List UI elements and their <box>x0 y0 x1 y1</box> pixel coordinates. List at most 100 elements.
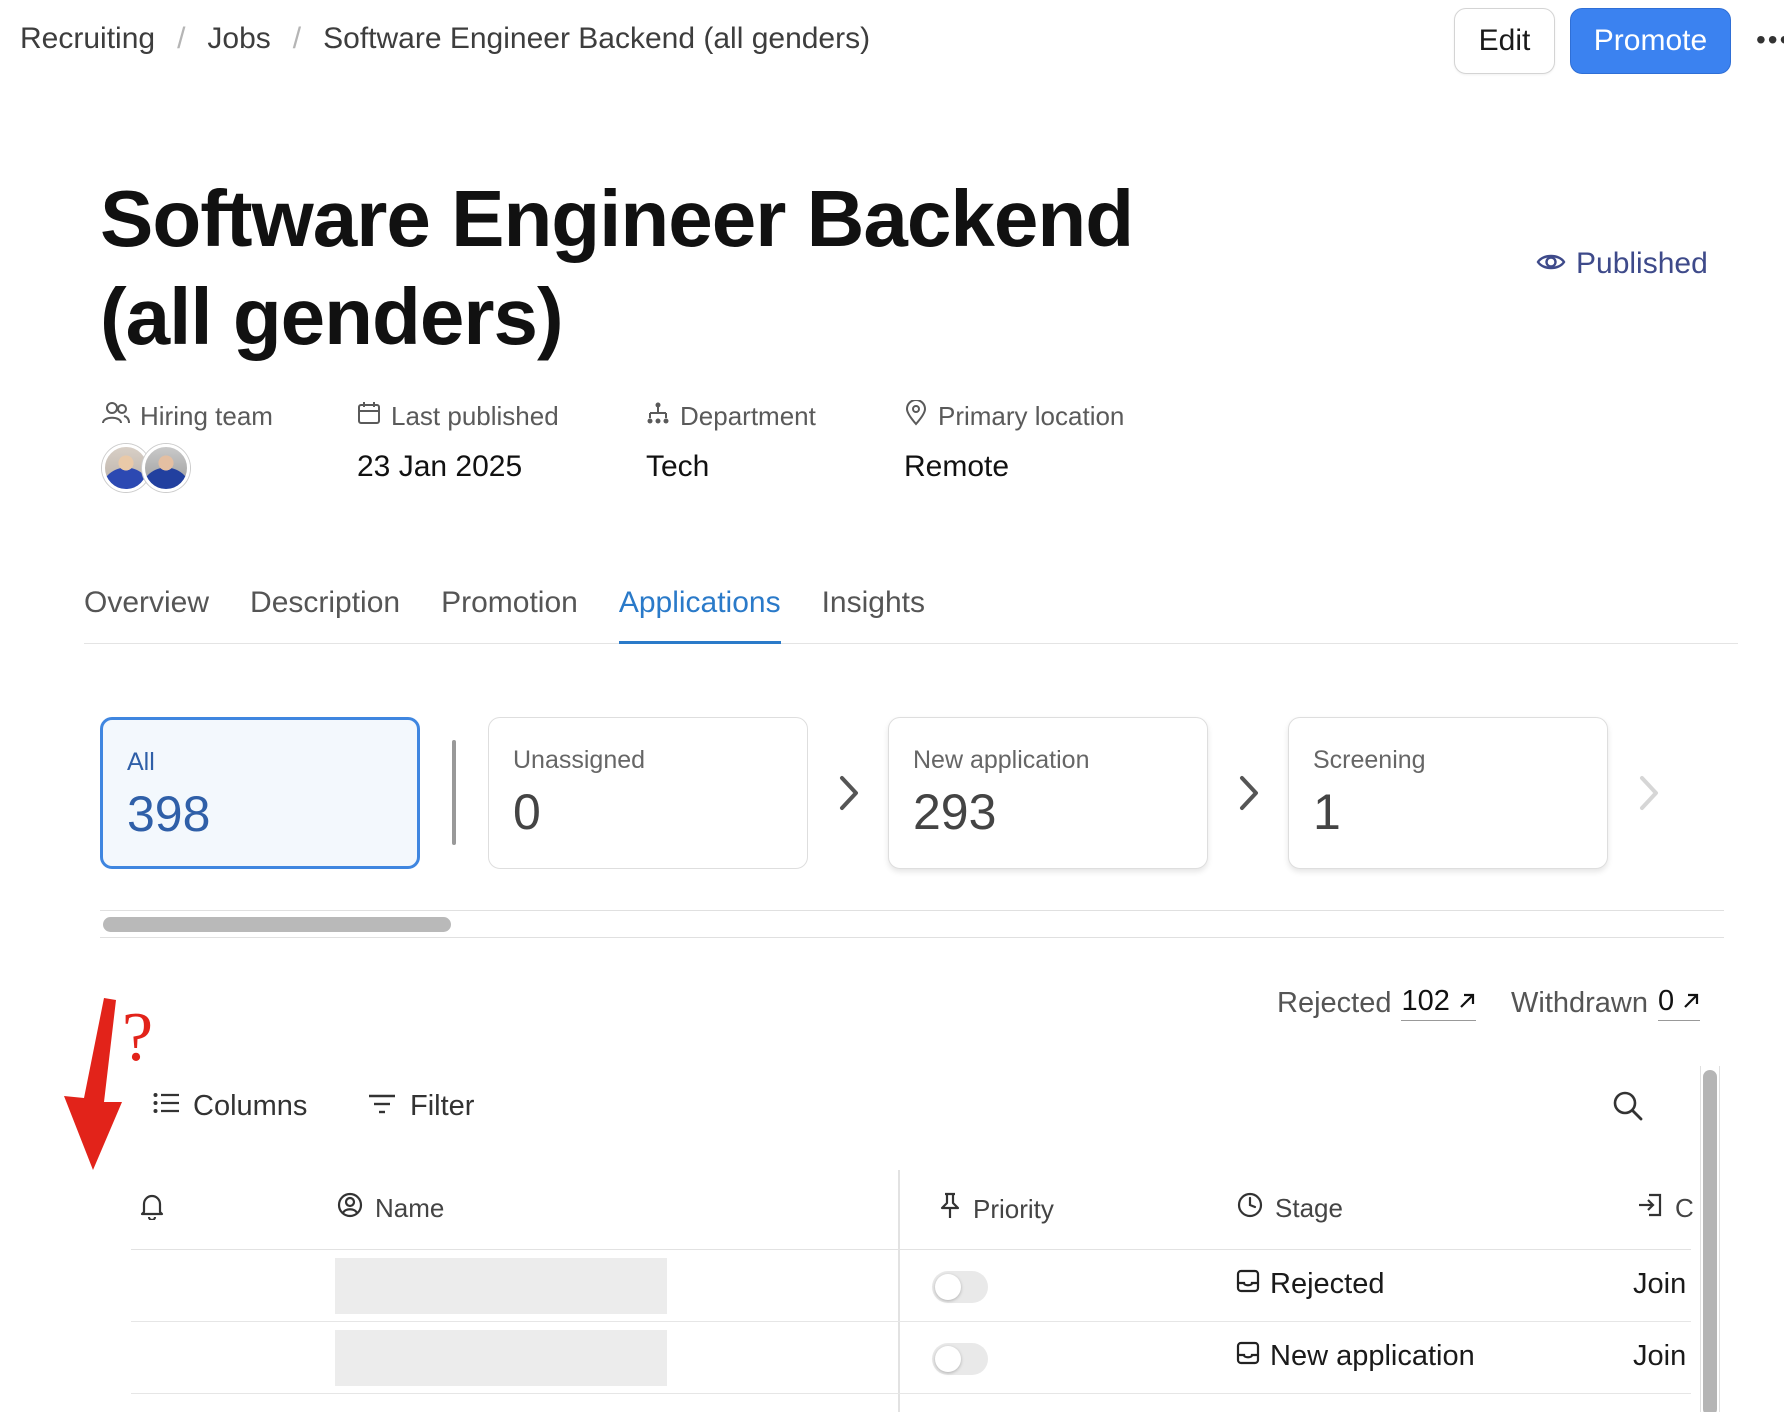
stage-label: Screening <box>1313 746 1426 774</box>
toggle-knob <box>935 1274 961 1300</box>
map-pin-icon <box>904 398 928 433</box>
name-header-label: Name <box>375 1193 445 1223</box>
list-icon <box>153 1090 179 1123</box>
row-source: Join <box>1633 1268 1687 1300</box>
breadcrumb-current-job: Software Engineer Backend (all genders) <box>323 22 871 55</box>
arrow-up-right-icon <box>1682 985 1700 1018</box>
tab-description[interactable]: Description <box>250 580 400 644</box>
pin-icon <box>939 1192 961 1227</box>
tab-promotion[interactable]: Promotion <box>441 580 578 644</box>
breadcrumb-jobs[interactable]: Jobs <box>207 22 270 56</box>
priority-toggle[interactable] <box>932 1343 988 1375</box>
name-placeholder[interactable] <box>335 1258 667 1314</box>
applications-table-header: Name Priority Stage C <box>131 1170 1694 1250</box>
stage-label: New application <box>913 746 1090 774</box>
row-stage[interactable]: Rejected <box>1236 1268 1384 1301</box>
department-value: Tech <box>646 450 710 483</box>
row-stage-label: Rejected <box>1270 1268 1385 1300</box>
search-button[interactable] <box>1612 1090 1644 1127</box>
stage-card-new-application[interactable]: New application 293 <box>888 717 1208 869</box>
users-icon <box>102 401 130 432</box>
filter-label: Filter <box>410 1090 475 1122</box>
notifications-column-header[interactable] <box>139 1192 165 1227</box>
job-tabs: Overview Description Promotion Applicati… <box>84 580 1738 644</box>
inbox-icon <box>1236 1340 1260 1373</box>
promote-button[interactable]: Promote <box>1570 8 1731 74</box>
table-row[interactable]: New application Join <box>131 1322 1691 1394</box>
hiring-team-avatars[interactable] <box>102 444 273 492</box>
org-chart-icon <box>646 401 670 432</box>
meta-department: Department Tech <box>646 398 816 484</box>
chevron-right-icon <box>834 768 864 818</box>
row-stage[interactable]: New application <box>1236 1340 1475 1373</box>
row-source: Join <box>1633 1340 1687 1372</box>
rejected-count: 102 <box>1401 985 1450 1017</box>
inbox-icon <box>1236 1268 1260 1301</box>
name-placeholder[interactable] <box>335 1330 667 1386</box>
columns-button[interactable]: Columns <box>153 1090 307 1123</box>
avatar[interactable] <box>142 444 190 492</box>
rejected-label: Rejected <box>1277 986 1392 1019</box>
more-options-button[interactable]: ••• <box>1756 24 1784 54</box>
scrollbar-thumb[interactable] <box>1703 1070 1717 1412</box>
stage-count: 293 <box>913 784 997 840</box>
filter-button[interactable]: Filter <box>368 1090 474 1123</box>
chevron-right-icon <box>1634 768 1664 818</box>
breadcrumb-separator: / <box>292 22 302 55</box>
location-label: Primary location <box>938 400 1125 431</box>
chevron-right-icon <box>1234 768 1264 818</box>
rejected-counter[interactable]: Rejected 102 <box>1277 985 1476 1021</box>
priority-header-label: Priority <box>973 1194 1054 1224</box>
stage-column-header[interactable]: Stage <box>1237 1192 1343 1225</box>
meta-hiring-team: Hiring team <box>102 398 273 492</box>
sign-in-icon <box>1637 1192 1663 1225</box>
stage-card-screening[interactable]: Screening 1 <box>1288 717 1608 869</box>
eye-icon <box>1536 247 1566 281</box>
withdrawn-count: 0 <box>1658 985 1675 1017</box>
toggle-knob <box>935 1346 961 1372</box>
stages-scrollbar[interactable] <box>100 910 1724 938</box>
tab-insights[interactable]: Insights <box>822 580 925 644</box>
tab-applications[interactable]: Applications <box>618 580 781 644</box>
stage-card-unassigned[interactable]: Unassigned 0 <box>488 717 808 869</box>
table-row[interactable]: Rejected Join <box>131 1250 1691 1322</box>
columns-label: Columns <box>193 1090 308 1122</box>
status-badge[interactable]: Published <box>1536 247 1708 281</box>
hiring-team-label: Hiring team <box>140 400 273 431</box>
edit-button[interactable]: Edit <box>1454 8 1555 74</box>
stage-label: Unassigned <box>513 746 646 774</box>
stage-card-all[interactable]: All 398 <box>100 717 420 869</box>
stage-count: 0 <box>513 784 541 840</box>
meta-last-published: Last published 23 Jan 2025 <box>357 398 559 484</box>
withdrawn-label: Withdrawn <box>1511 986 1648 1019</box>
stage-count: 398 <box>127 786 211 842</box>
meta-primary-location: Primary location Remote <box>904 398 1124 484</box>
source-header-label: C <box>1675 1193 1694 1223</box>
name-column-header[interactable]: Name <box>337 1192 444 1225</box>
search-icon <box>1612 1091 1644 1126</box>
breadcrumb-recruiting[interactable]: Recruiting <box>20 22 155 56</box>
priority-toggle[interactable] <box>932 1271 988 1303</box>
stage-label: All <box>127 748 155 776</box>
clock-icon <box>1237 1192 1263 1225</box>
filter-icon <box>368 1090 396 1123</box>
stage-divider <box>452 740 456 845</box>
row-stage-label: New application <box>1270 1340 1475 1372</box>
withdrawn-counter[interactable]: Withdrawn 0 <box>1511 985 1701 1021</box>
tab-overview[interactable]: Overview <box>84 580 209 644</box>
breadcrumb-separator: / <box>177 22 186 55</box>
page-title: Software Engineer Backend (all genders) <box>100 174 1134 361</box>
annotation-question-mark: ? <box>122 999 153 1076</box>
table-scrollbar[interactable] <box>1700 1066 1720 1412</box>
arrow-up-right-icon <box>1458 985 1476 1018</box>
bell-icon <box>139 1192 165 1227</box>
scrollbar-thumb[interactable] <box>103 917 451 932</box>
source-column-header[interactable]: C <box>1637 1192 1694 1225</box>
department-label: Department <box>680 400 816 431</box>
last-published-value: 23 Jan 2025 <box>357 450 523 483</box>
user-circle-icon <box>337 1192 363 1225</box>
priority-column-header[interactable]: Priority <box>939 1192 1054 1227</box>
last-published-label: Last published <box>391 400 559 431</box>
stage-header-label: Stage <box>1275 1193 1343 1223</box>
status-label: Published <box>1576 247 1708 280</box>
